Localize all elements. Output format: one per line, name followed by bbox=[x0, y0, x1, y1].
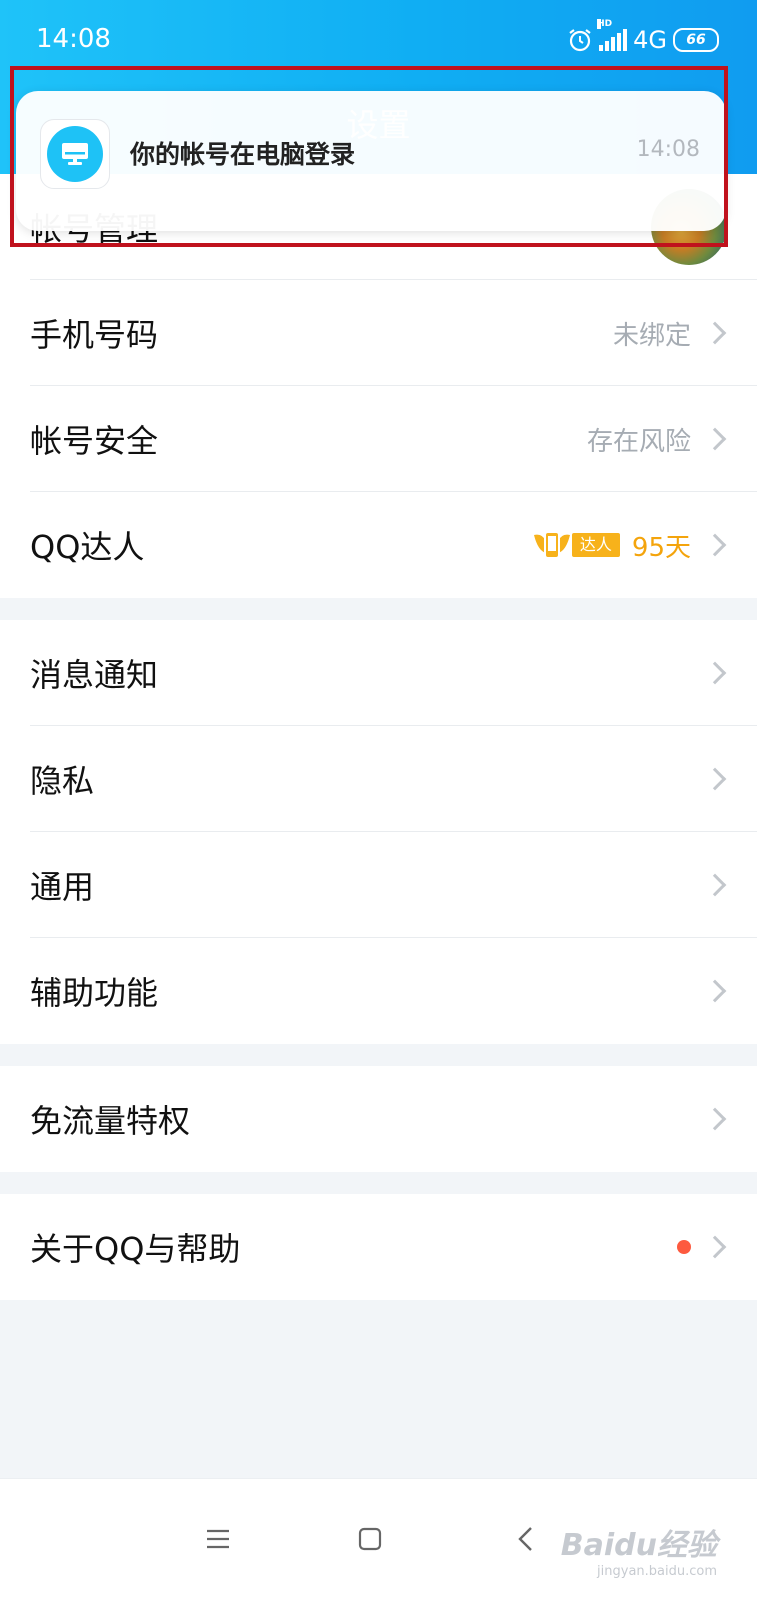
row-label: 隐私 bbox=[30, 762, 95, 800]
watermark-brand: Baidu经验 bbox=[560, 1528, 717, 1564]
row-phone-number[interactable]: 手机号码 未绑定 bbox=[0, 280, 757, 386]
row-privacy[interactable]: 隐私 bbox=[0, 726, 757, 832]
row-label: 辅助功能 bbox=[30, 974, 159, 1012]
chevron-right-icon bbox=[703, 979, 727, 1003]
settings-group-data: 免流量特权 bbox=[0, 1066, 757, 1172]
row-accessibility[interactable]: 辅助功能 bbox=[0, 938, 757, 1044]
watermark-site: jingyan.baidu.com bbox=[597, 1564, 717, 1580]
daren-days: 95天 bbox=[631, 532, 691, 563]
signal-icon: HD bbox=[597, 19, 628, 51]
section-divider bbox=[0, 1044, 757, 1066]
chevron-right-icon bbox=[703, 661, 727, 685]
row-qq-daren[interactable]: QQ达人 达人 95天 bbox=[0, 492, 757, 598]
row-label: 帐号安全 bbox=[30, 422, 159, 460]
row-message-notifications[interactable]: 消息通知 bbox=[0, 620, 757, 726]
settings-list: 帐号管理 手机号码 未绑定 帐号安全 存在风险 QQ达人 bbox=[0, 174, 757, 1300]
network-type: 4G bbox=[633, 26, 667, 54]
row-label: 手机号码 bbox=[30, 316, 159, 354]
chevron-right-icon bbox=[703, 427, 727, 451]
section-divider bbox=[0, 1172, 757, 1194]
chevron-right-icon bbox=[703, 533, 727, 557]
row-about-help[interactable]: 关于QQ与帮助 bbox=[0, 1194, 757, 1300]
back-button[interactable] bbox=[506, 1519, 546, 1559]
highlight-box bbox=[10, 66, 728, 247]
back-arrow-icon bbox=[518, 1527, 532, 1551]
new-indicator-dot bbox=[677, 1240, 691, 1254]
row-free-data-privilege[interactable]: 免流量特权 bbox=[0, 1066, 757, 1172]
row-label: 消息通知 bbox=[30, 656, 159, 694]
row-label: 免流量特权 bbox=[30, 1102, 191, 1140]
section-divider bbox=[0, 598, 757, 620]
menu-button[interactable] bbox=[198, 1519, 238, 1559]
chevron-right-icon bbox=[703, 1107, 727, 1131]
winged-phone-icon bbox=[533, 531, 570, 559]
system-nav-bar: Baidu经验 jingyan.baidu.com bbox=[0, 1478, 757, 1600]
settings-group-general: 消息通知 隐私 通用 辅助功能 bbox=[0, 620, 757, 1044]
chevron-right-icon bbox=[703, 321, 727, 345]
row-label: 关于QQ与帮助 bbox=[30, 1230, 241, 1268]
settings-group-about: 关于QQ与帮助 bbox=[0, 1194, 757, 1300]
battery-level: 66 bbox=[686, 32, 706, 48]
daren-tag: 达人 bbox=[571, 533, 620, 557]
row-label: QQ达人 bbox=[30, 528, 145, 566]
row-label: 通用 bbox=[30, 868, 95, 906]
menu-icon bbox=[207, 1529, 229, 1549]
status-icons: HD 4G 66 bbox=[567, 19, 719, 56]
home-button[interactable] bbox=[350, 1519, 390, 1559]
daren-badge: 达人 bbox=[532, 528, 620, 562]
baidu-jingyan-watermark: Baidu经验 jingyan.baidu.com bbox=[561, 1528, 717, 1580]
row-account-security[interactable]: 帐号安全 存在风险 bbox=[0, 386, 757, 492]
row-value: 未绑定 bbox=[612, 320, 691, 351]
row-general[interactable]: 通用 bbox=[0, 832, 757, 938]
battery-icon: 66 bbox=[673, 28, 719, 52]
chevron-right-icon bbox=[703, 767, 727, 791]
home-square-icon bbox=[358, 1527, 382, 1551]
chevron-right-icon bbox=[703, 873, 727, 897]
status-time: 14:08 bbox=[36, 24, 111, 54]
row-value: 存在风险 bbox=[586, 426, 691, 457]
alarm-icon bbox=[569, 29, 591, 52]
chevron-right-icon bbox=[703, 1235, 727, 1259]
